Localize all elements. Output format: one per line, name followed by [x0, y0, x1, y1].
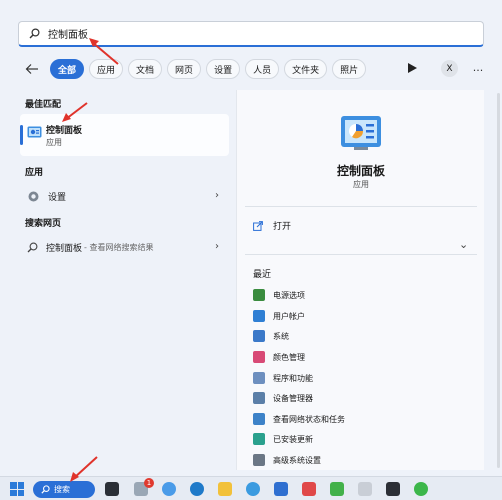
web-result-control-panel[interactable]: 控制面板 - 查看网络搜索结果 › [20, 236, 229, 258]
file-explorer-icon[interactable] [218, 482, 232, 496]
recent-item-advanced-system[interactable]: 高级系统设置 [253, 452, 321, 468]
green-app-icon[interactable] [330, 482, 344, 496]
recent-item-system[interactable]: 系统 [253, 328, 289, 344]
web-result-sub: - 查看网络搜索结果 [84, 242, 154, 252]
gear-icon [28, 191, 39, 201]
edge-browser-icon[interactable] [190, 482, 204, 496]
recent-item-power-options[interactable]: 电源选项 [253, 287, 305, 303]
search-icon [27, 242, 38, 252]
filter-chip-apps[interactable]: 应用 [89, 59, 124, 79]
chevron-right-icon[interactable]: › [215, 241, 219, 252]
open-action[interactable]: 打开 [253, 219, 291, 232]
chevron-down-icon[interactable]: ⌄ [459, 238, 468, 251]
red-app-icon[interactable] [302, 482, 316, 496]
browser-icon[interactable] [246, 482, 260, 496]
preview-title: 控制面板 [336, 164, 385, 178]
color-icon [253, 351, 265, 363]
cloud-app-icon[interactable] [162, 482, 176, 496]
back-arrow-icon[interactable] [22, 59, 42, 79]
control-panel-icon [27, 126, 42, 138]
preview-pane: 控制面板 应用 打开 ⌄ 最近 电源选项 用户帐户 系统 颜色管理 程序和功能 … [236, 90, 484, 470]
more-options-button[interactable]: ... [470, 60, 486, 76]
best-match-heading: 最佳匹配 [25, 100, 62, 110]
taskbar-search-button[interactable]: 搜索 [33, 481, 95, 498]
best-match-name: 控制面板 [46, 126, 83, 136]
filter-chip-folders[interactable]: 文件夹 [284, 59, 328, 79]
open-label: 打开 [273, 222, 292, 232]
task-view-icon[interactable] [105, 482, 119, 496]
filter-chip-settings[interactable]: 设置 [206, 59, 241, 79]
advanced-system-icon [253, 454, 265, 466]
close-button[interactable]: X [441, 60, 458, 77]
recent-item-user-accounts[interactable]: 用户帐户 [253, 308, 305, 324]
divider [245, 254, 477, 255]
recent-heading: 最近 [253, 270, 272, 280]
image-app-icon[interactable] [358, 482, 372, 496]
chevron-right-icon[interactable]: › [215, 190, 219, 201]
selection-indicator [20, 125, 23, 145]
filter-row: 全部 应用 文档 网页 设置 人员 文件夹 照片 [22, 58, 492, 80]
updates-icon [253, 433, 265, 445]
app-result-label: 设置 [48, 192, 67, 203]
open-external-icon [253, 220, 263, 231]
recent-item-color-management[interactable]: 颜色管理 [253, 349, 305, 365]
apps-heading: 应用 [25, 168, 44, 178]
divider [245, 206, 477, 207]
filter-chip-all[interactable]: 全部 [50, 59, 85, 79]
recent-item-network-status[interactable]: 查看网络状态和任务 [253, 411, 345, 427]
search-icon [41, 485, 50, 494]
filter-chip-documents[interactable]: 文档 [128, 59, 163, 79]
wechat-icon[interactable] [414, 482, 428, 496]
device-manager-icon [253, 392, 265, 404]
control-panel-icon [341, 116, 381, 150]
recent-item-programs-features[interactable]: 程序和功能 [253, 370, 313, 386]
best-match-result[interactable]: 控制面板 应用 [20, 114, 229, 156]
app-result-settings[interactable]: 设置 › [20, 185, 229, 207]
network-icon [253, 413, 265, 425]
power-icon [253, 289, 265, 301]
search-icon [29, 28, 40, 39]
recent-item-installed-updates[interactable]: 已安装更新 [253, 431, 313, 447]
preview-type: 应用 [353, 180, 369, 189]
start-button[interactable] [10, 482, 24, 496]
filter-chip-web[interactable]: 网页 [167, 59, 202, 79]
filter-chip-people[interactable]: 人员 [245, 59, 280, 79]
terminal-icon[interactable] [386, 482, 400, 496]
search-input[interactable]: 控制面板 [18, 21, 484, 47]
web-result-label: 控制面板 [46, 243, 83, 254]
system-icon [253, 330, 265, 342]
scrollbar[interactable] [497, 93, 500, 468]
users-icon [253, 310, 265, 322]
best-match-type: 应用 [46, 138, 62, 147]
notification-badge: 1 [144, 478, 154, 488]
search-query: 控制面板 [48, 30, 88, 41]
recent-item-device-manager[interactable]: 设备管理器 [253, 390, 313, 406]
mail-icon[interactable] [274, 482, 288, 496]
programs-icon [253, 372, 265, 384]
filter-chip-photos[interactable]: 照片 [332, 59, 367, 79]
web-search-heading: 搜索网页 [25, 219, 62, 229]
play-icon[interactable] [405, 61, 419, 75]
